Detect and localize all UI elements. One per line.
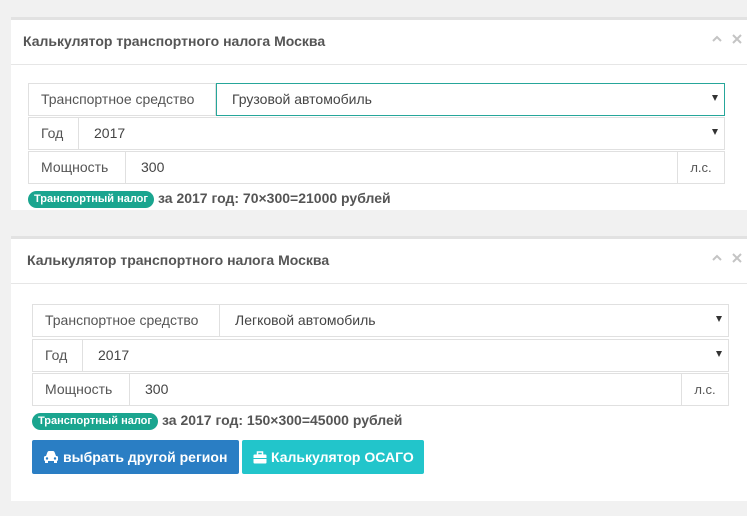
osago-label: Калькулятор ОСАГО (271, 449, 414, 465)
close-icon[interactable] (731, 252, 743, 264)
year-select-value: 2017 (98, 347, 130, 363)
chevron-up-icon[interactable] (711, 252, 723, 264)
tax-result: Транспортный налог за 2017 год: 150×300=4… (32, 412, 402, 430)
power-input[interactable]: 300 (126, 152, 677, 183)
panel-header: Калькулятор транспортного налога Москва (11, 20, 747, 65)
year-row: Год 2017 (32, 339, 729, 372)
caret-down-icon (716, 351, 722, 357)
year-label: Год (29, 118, 79, 149)
panel-header: Калькулятор транспортного налога Москва (11, 239, 747, 284)
tax-result: Транспортный налог за 2017 год: 70×300=21… (28, 190, 391, 208)
tax-badge: Транспортный налог (32, 413, 158, 430)
year-row: Год 2017 (28, 117, 725, 150)
tax-calculator-panel-2: Калькулятор транспортного налога Москва … (11, 236, 747, 501)
vehicle-select-value: Легковой автомобиль (235, 312, 376, 328)
power-row: Мощность 300 л.с. (28, 151, 725, 184)
caret-down-icon (712, 129, 718, 135)
caret-down-icon (716, 316, 722, 322)
car-icon (44, 451, 58, 463)
chevron-up-icon[interactable] (711, 33, 723, 45)
change-region-label: выбрать другой регион (63, 449, 228, 465)
vehicle-select-value: Грузовой автомобиль (232, 91, 372, 107)
year-select[interactable]: 2017 (83, 340, 728, 371)
panel-title: Калькулятор транспортного налога Москва (23, 33, 326, 49)
vehicle-label: Транспортное средство (33, 305, 220, 336)
vehicle-select[interactable]: Грузовой автомобиль (216, 83, 725, 116)
briefcase-icon (253, 451, 267, 464)
close-icon[interactable] (731, 33, 743, 45)
panel-controls (707, 32, 743, 50)
tax-calculator-panel-1: Калькулятор транспортного налога Москва … (11, 17, 747, 210)
power-label: Мощность (33, 374, 130, 405)
tax-result-text: за 2017 год: 150×300=45000 рублей (162, 412, 403, 428)
vehicle-row: Транспортное средство Грузовой автомобил… (28, 83, 725, 116)
power-label: Мощность (29, 152, 126, 183)
year-label: Год (33, 340, 83, 371)
year-select-value: 2017 (94, 125, 126, 141)
change-region-button[interactable]: выбрать другой регион (32, 440, 239, 474)
panel-controls (707, 251, 743, 269)
power-unit: л.с. (681, 374, 728, 405)
caret-down-icon (712, 95, 718, 101)
power-row: Мощность 300 л.с. (32, 373, 729, 406)
vehicle-select[interactable]: Легковой автомобиль (220, 305, 728, 336)
tax-result-text: за 2017 год: 70×300=21000 рублей (158, 190, 391, 206)
vehicle-label: Транспортное средство (29, 84, 216, 115)
panel-title: Калькулятор транспортного налога Москва (27, 252, 330, 268)
osago-calculator-button[interactable]: Калькулятор ОСАГО (242, 440, 424, 474)
vehicle-row: Транспортное средство Легковой автомобил… (32, 304, 729, 337)
tax-badge: Транспортный налог (28, 191, 154, 208)
power-input[interactable]: 300 (130, 374, 681, 405)
year-select[interactable]: 2017 (79, 118, 724, 149)
power-unit: л.с. (677, 152, 724, 183)
